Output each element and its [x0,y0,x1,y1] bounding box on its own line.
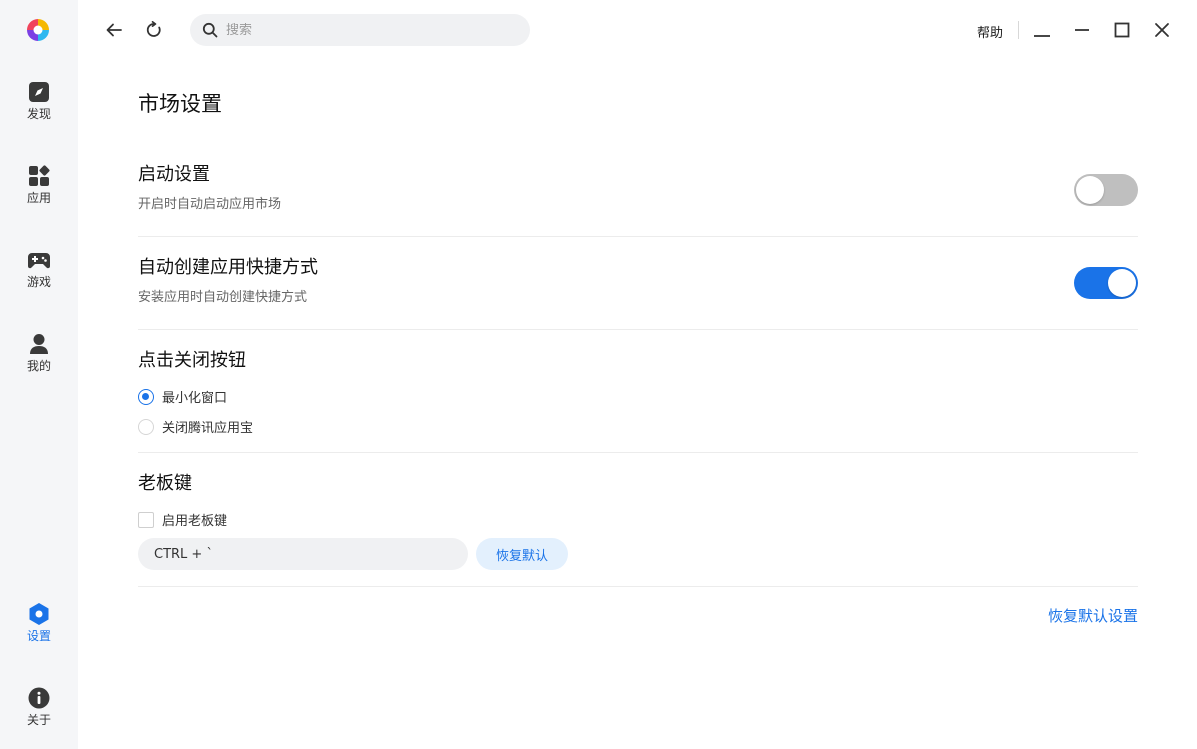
divider [1018,21,1019,39]
boss-key-checkbox[interactable] [138,511,154,528]
close-button[interactable] [1150,18,1174,42]
close-button-section: 点击关闭按钮 [138,349,1138,373]
sidebar: 发现 应用 游戏 我的 设置 关于 [0,0,78,749]
settings-icon [27,602,51,626]
back-button[interactable] [102,18,126,42]
hotkey-value: CTRL + ` [154,546,213,562]
search-box[interactable] [190,14,530,46]
search-input[interactable] [226,22,506,38]
restore-hotkey-button[interactable]: 恢复默认 [476,538,568,570]
sidebar-item-mine[interactable]: 我的 [0,332,78,392]
divider [138,236,1138,237]
gamepad-icon [27,248,51,272]
divider [138,586,1138,587]
toggle-knob [1108,269,1136,297]
section-title: 启动设置 [138,164,210,185]
sidebar-item-label: 游戏 [26,275,51,289]
sidebar-item-apps[interactable]: 应用 [0,164,78,224]
maximize-button[interactable] [1110,18,1134,42]
arrow-left-icon [106,23,122,37]
apps-icon [27,164,51,188]
radio-minimize-window[interactable]: 最小化窗口 [138,387,227,406]
boss-key-section: 老板键 [138,472,1138,496]
startup-section: 启动设置 开启时自动启动应用市场 [138,163,1138,213]
checkbox-label: 启用老板键 [162,514,228,529]
divider [138,329,1138,330]
divider [138,452,1138,453]
radio-close-app[interactable]: 关闭腾讯应用宝 [138,417,253,436]
radio-label: 关闭腾讯应用宝 [162,421,254,436]
mini-mode-button[interactable] [1030,18,1054,42]
discover-icon [27,80,51,104]
refresh-button[interactable] [142,18,166,42]
maximize-icon [1114,22,1130,38]
section-desc: 开启时自动启动应用市场 [138,197,282,212]
toggle-knob [1076,176,1104,204]
restore-all-defaults-link[interactable]: 恢复默认设置 [1048,605,1138,626]
boss-key-checkbox-row[interactable]: 启用老板键 [138,510,227,529]
minimize-icon [1075,29,1089,31]
sidebar-item-about[interactable]: 关于 [0,686,78,746]
shortcut-section: 自动创建应用快捷方式 安装应用时自动创建快捷方式 [138,256,1138,306]
shortcut-toggle[interactable] [1074,267,1138,299]
radio-label: 最小化窗口 [162,391,228,406]
sidebar-item-label: 应用 [26,191,51,205]
close-icon [1155,23,1169,37]
refresh-icon [146,21,161,37]
section-title: 老板键 [138,473,192,494]
radio-button[interactable] [138,388,154,405]
section-title: 点击关闭按钮 [138,350,246,371]
underline-icon [1034,35,1050,37]
sidebar-item-label: 发现 [26,107,51,121]
section-desc: 安装应用时自动创建快捷方式 [138,290,308,305]
app-logo-icon [25,17,51,43]
startup-toggle[interactable] [1074,174,1138,206]
sidebar-item-discover[interactable]: 发现 [0,80,78,140]
section-title: 自动创建应用快捷方式 [138,257,318,278]
sidebar-item-games[interactable]: 游戏 [0,248,78,308]
minimize-button[interactable] [1070,18,1094,42]
hotkey-field[interactable]: CTRL + ` [138,538,468,570]
radio-button[interactable] [138,418,154,435]
sidebar-item-label: 关于 [26,713,51,727]
help-link[interactable]: 帮助 [977,22,1003,41]
search-icon [202,22,218,38]
sidebar-item-label: 我的 [26,359,51,373]
sidebar-item-settings[interactable]: 设置 [0,602,78,662]
user-icon [27,332,51,356]
top-bar: 帮助 [78,0,1197,60]
page-title: 市场设置 [138,92,222,116]
info-icon [27,686,51,710]
sidebar-item-label: 设置 [26,629,51,643]
